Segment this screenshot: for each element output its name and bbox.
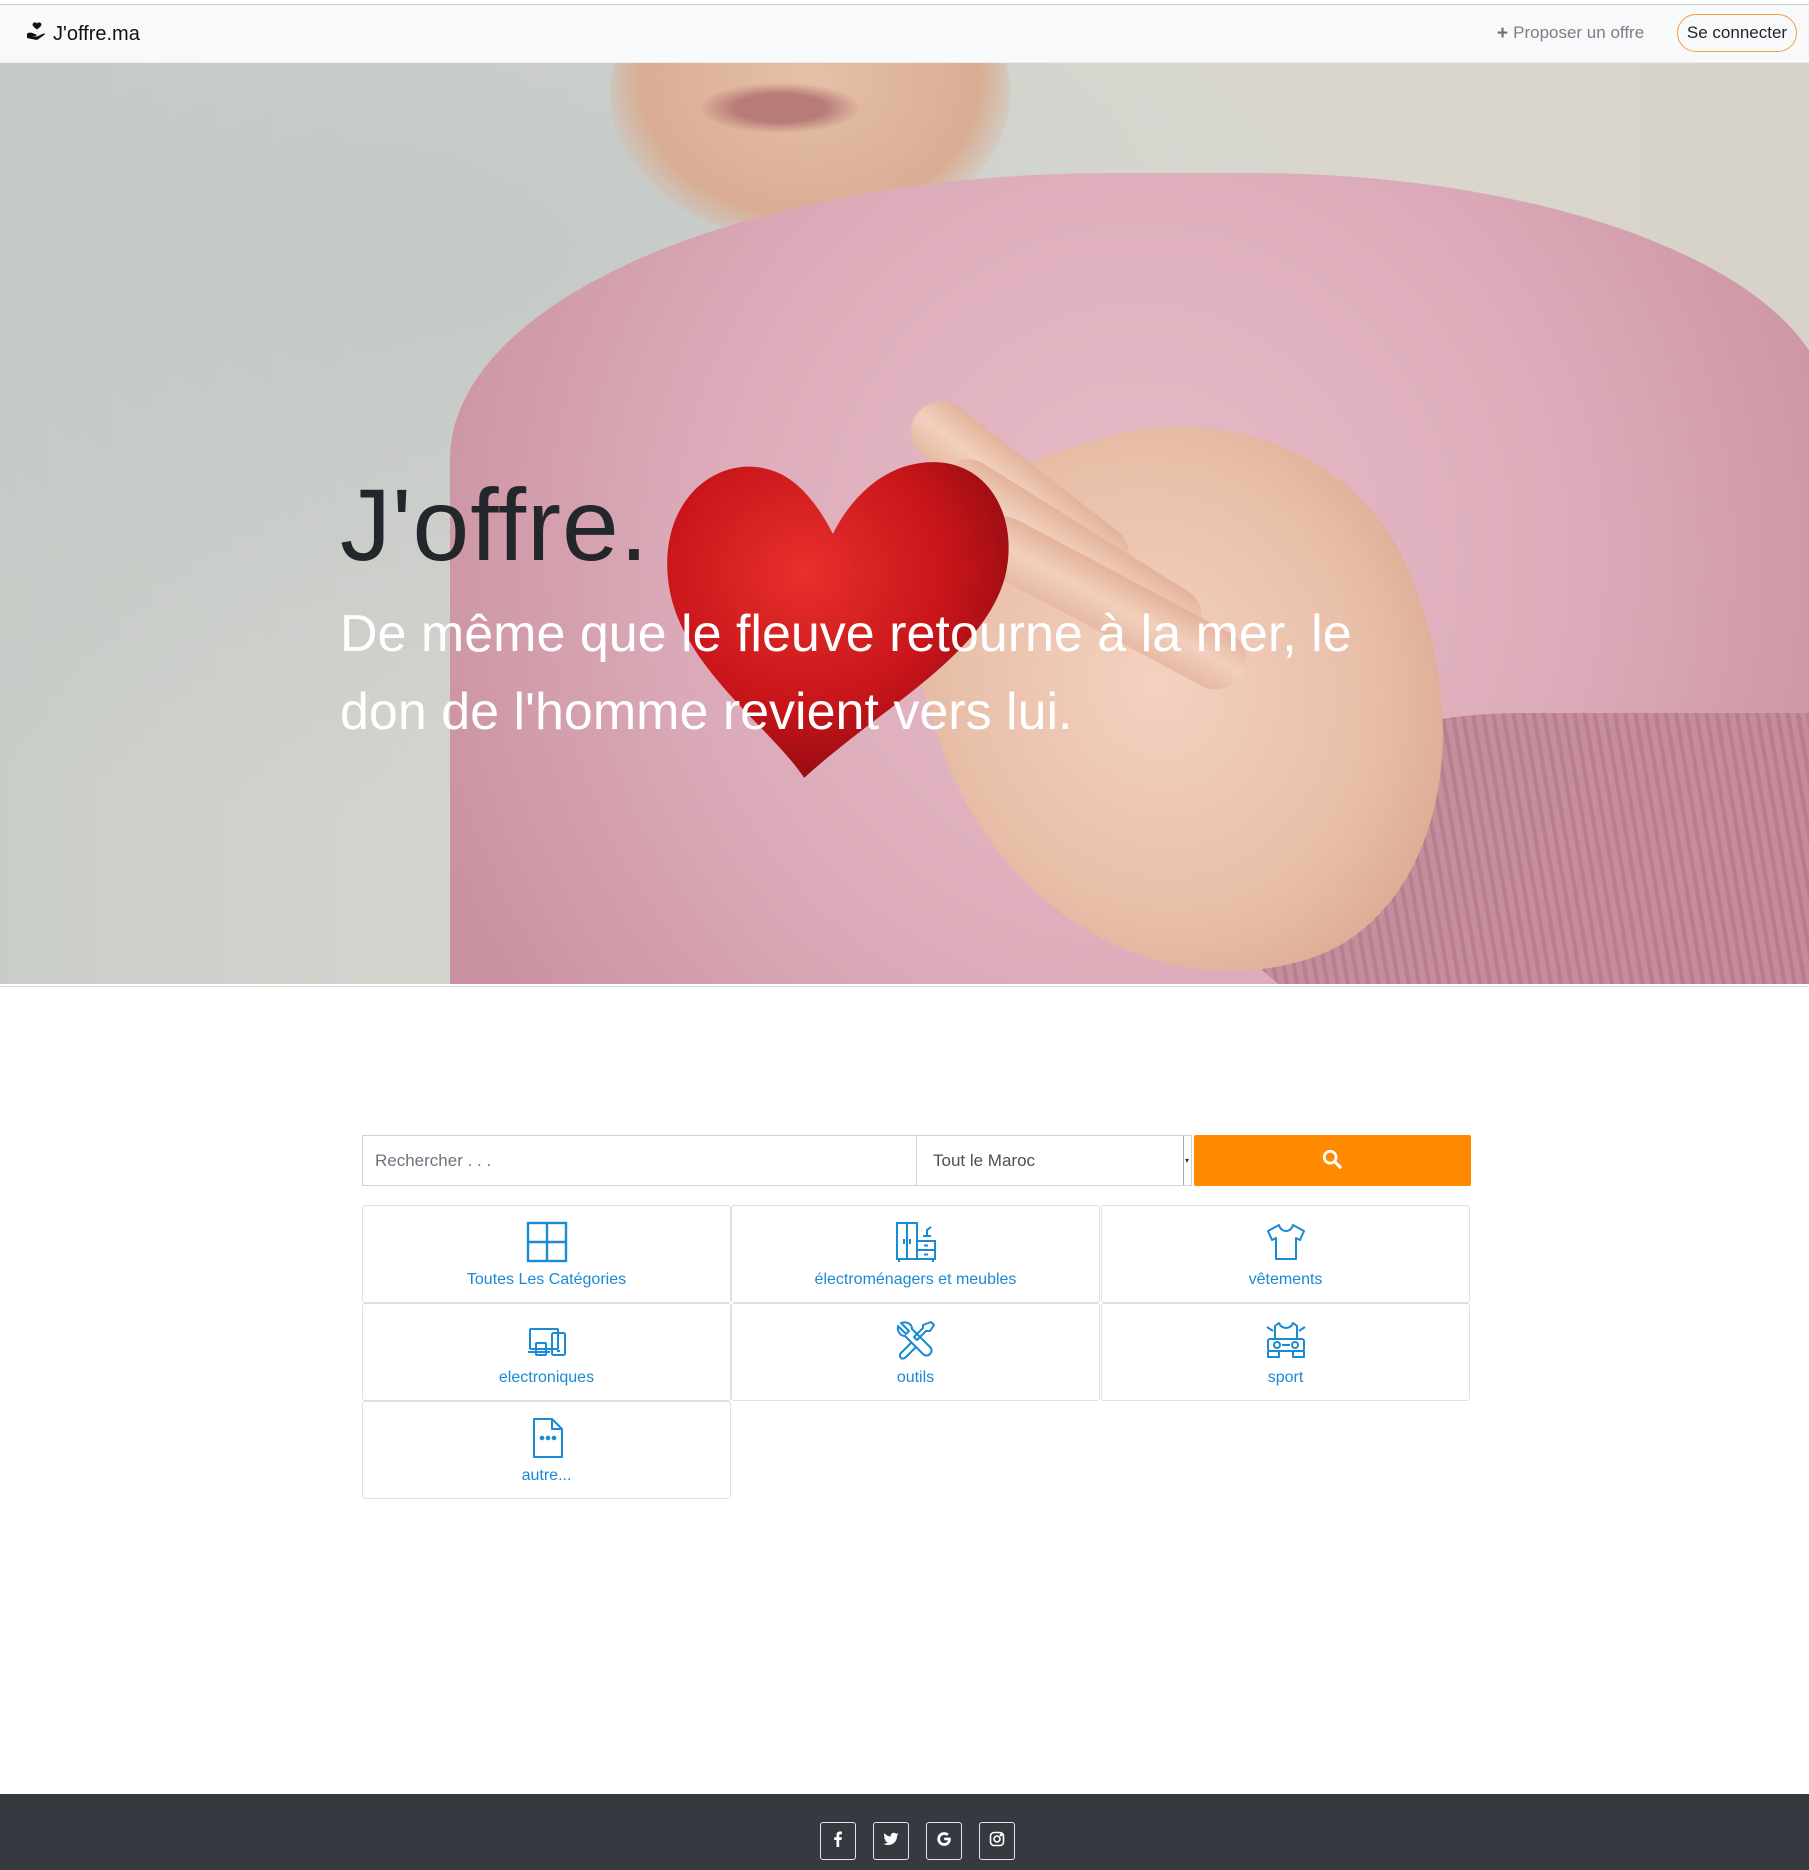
search-bar: Tout le Maroc ▾ bbox=[362, 1135, 1471, 1186]
select-caret-icon: ▾ bbox=[1182, 1136, 1191, 1185]
search-input[interactable] bbox=[362, 1135, 916, 1186]
plus-icon: + bbox=[1497, 22, 1509, 44]
document-icon bbox=[526, 1417, 568, 1464]
facebook-icon bbox=[830, 1831, 846, 1851]
social-links bbox=[820, 1822, 1015, 1860]
search-icon bbox=[1321, 1148, 1343, 1173]
category-card-appliances-furniture[interactable]: électroménagers et meubles bbox=[731, 1205, 1100, 1303]
hero-subtitle: De même que le fleuve retourne à la mer,… bbox=[340, 605, 1352, 741]
instagram-link[interactable] bbox=[979, 1822, 1015, 1860]
category-label: sport bbox=[1267, 1369, 1304, 1386]
twitter-link[interactable] bbox=[873, 1822, 909, 1860]
hero-title: J'offre. bbox=[340, 468, 650, 582]
category-label: Toutes Les Catégories bbox=[466, 1271, 627, 1288]
region-select-value: Tout le Maroc bbox=[933, 1150, 1036, 1170]
facebook-link[interactable] bbox=[820, 1822, 856, 1860]
sport-icon bbox=[1265, 1319, 1307, 1366]
category-card-clothing[interactable]: vêtements bbox=[1101, 1205, 1470, 1303]
propose-offer-label: Proposer un offre bbox=[1513, 23, 1645, 42]
propose-offer-link[interactable]: + Proposer un offre bbox=[1497, 23, 1644, 43]
instagram-icon bbox=[989, 1831, 1005, 1851]
category-card-tools[interactable]: outils bbox=[731, 1303, 1100, 1401]
category-label: vêtements bbox=[1248, 1271, 1323, 1288]
hand-heart-icon bbox=[25, 19, 49, 49]
devices-icon bbox=[526, 1319, 568, 1366]
search-button[interactable] bbox=[1193, 1135, 1471, 1186]
navbar: J'offre.ma + Proposer un offre Se connec… bbox=[0, 5, 1809, 63]
brand-name: J'offre.ma bbox=[53, 22, 140, 45]
tshirt-icon bbox=[1265, 1221, 1307, 1268]
footer bbox=[0, 1794, 1809, 1870]
hero-divider bbox=[0, 986, 1809, 987]
category-label: autre... bbox=[521, 1467, 572, 1484]
twitter-icon bbox=[883, 1831, 899, 1851]
google-link[interactable] bbox=[926, 1822, 962, 1860]
category-label: outils bbox=[896, 1369, 935, 1386]
category-card-sport[interactable]: sport bbox=[1101, 1303, 1470, 1401]
category-label: électroménagers et meubles bbox=[814, 1271, 1017, 1288]
login-button[interactable]: Se connecter bbox=[1677, 14, 1797, 52]
region-select[interactable]: Tout le Maroc ▾ bbox=[916, 1135, 1192, 1186]
tools-icon bbox=[895, 1319, 937, 1366]
category-card-other[interactable]: autre... bbox=[362, 1401, 731, 1499]
hero-banner: J'offre. De même que le fleuve retourne … bbox=[0, 63, 1809, 984]
brand-link[interactable]: J'offre.ma bbox=[25, 19, 140, 49]
furniture-icon bbox=[895, 1221, 937, 1268]
grid-icon bbox=[526, 1221, 568, 1268]
google-icon bbox=[936, 1831, 952, 1851]
category-label: electroniques bbox=[498, 1369, 595, 1386]
category-card-electronics[interactable]: electroniques bbox=[362, 1303, 731, 1401]
category-card-all[interactable]: Toutes Les Catégories bbox=[362, 1205, 731, 1303]
